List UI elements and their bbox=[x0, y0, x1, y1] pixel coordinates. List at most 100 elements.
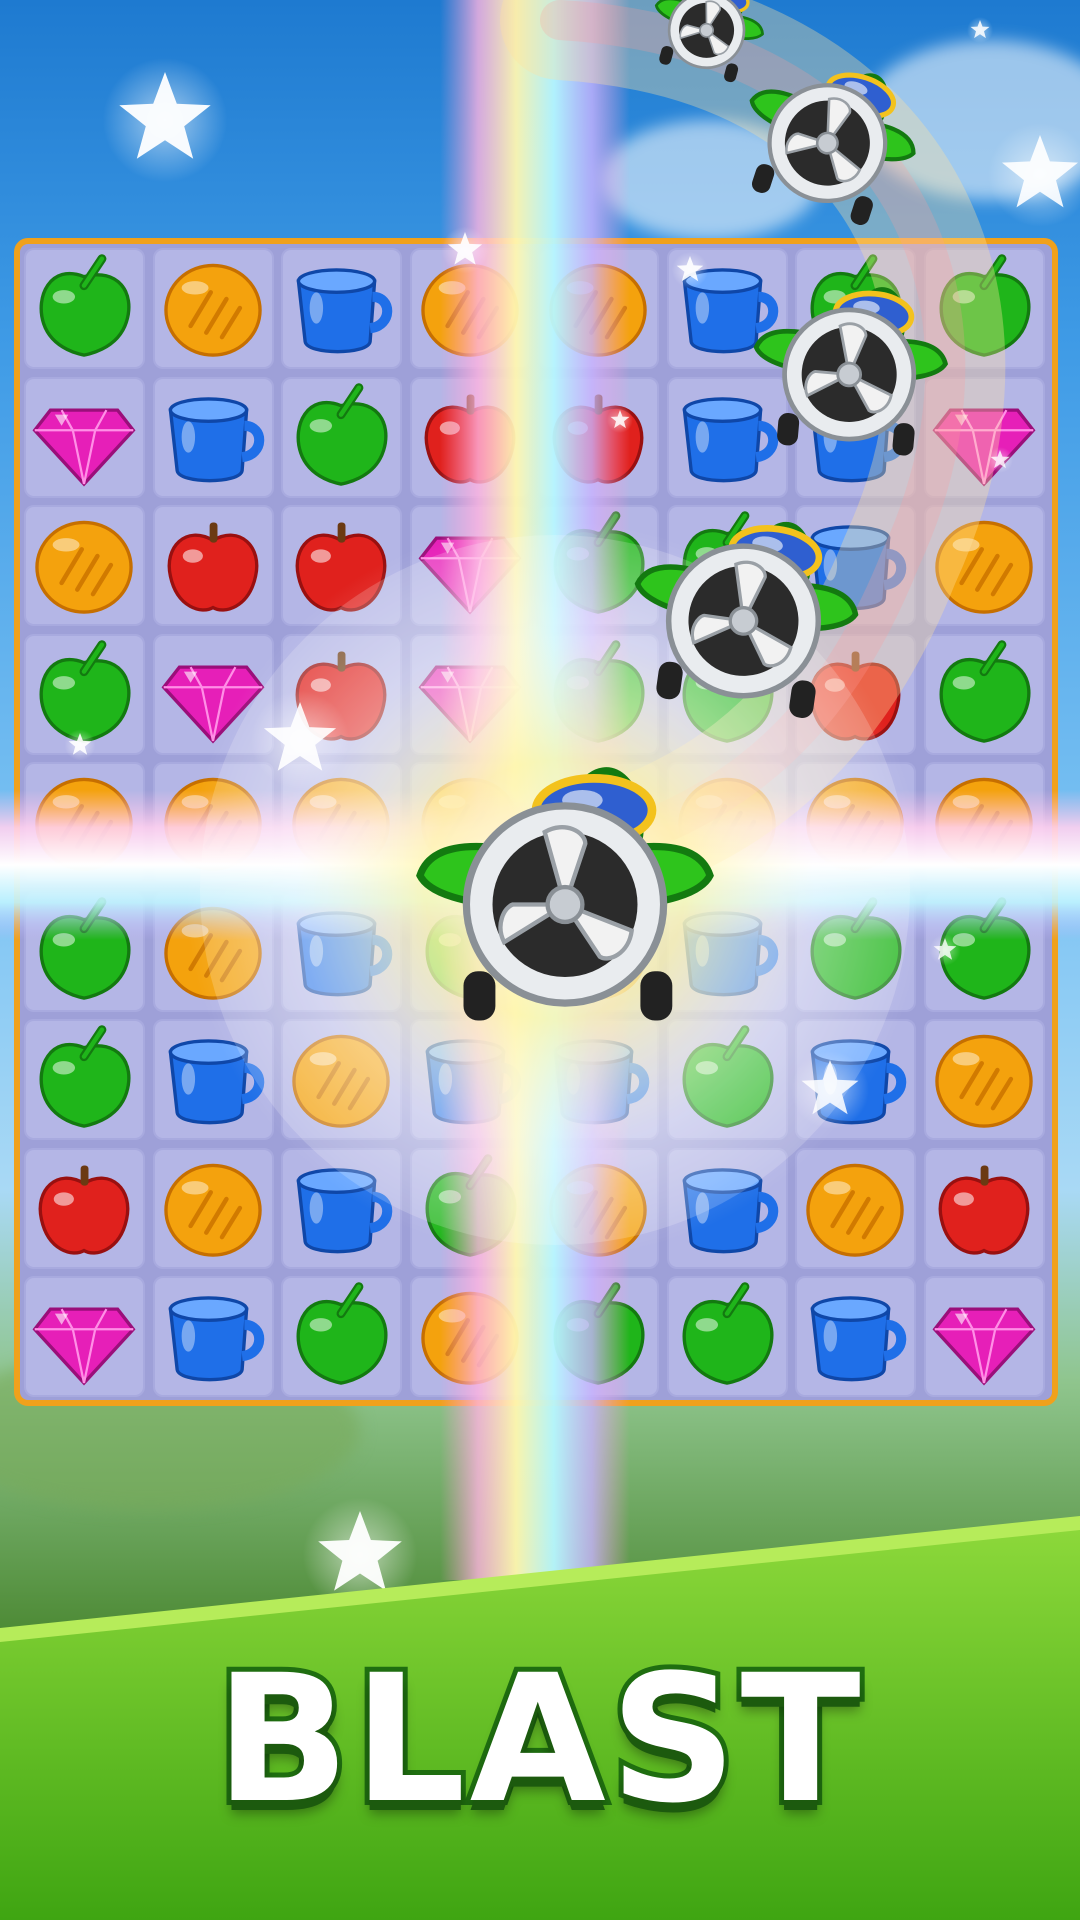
bread-piece[interactable] bbox=[28, 509, 140, 625]
leaf-icon bbox=[296, 382, 388, 486]
cup-piece[interactable] bbox=[799, 1280, 911, 1396]
leaf-piece[interactable] bbox=[414, 895, 526, 1011]
leaf-piece[interactable] bbox=[671, 638, 783, 754]
leaf-piece[interactable] bbox=[285, 1280, 397, 1396]
cup-icon bbox=[168, 1039, 264, 1125]
bread-piece[interactable] bbox=[928, 509, 1040, 625]
gem-piece[interactable] bbox=[28, 1280, 140, 1396]
leaf-piece[interactable] bbox=[542, 509, 654, 625]
cup-piece[interactable] bbox=[285, 1152, 397, 1268]
leaf-piece[interactable] bbox=[799, 895, 911, 1011]
leaf-piece[interactable] bbox=[28, 1023, 140, 1139]
cup-piece[interactable] bbox=[799, 509, 911, 625]
leaf-icon bbox=[939, 639, 1030, 743]
apple-piece[interactable] bbox=[157, 509, 269, 625]
bread-icon bbox=[35, 777, 133, 871]
apple-icon bbox=[38, 1164, 130, 1255]
apple-piece[interactable] bbox=[542, 381, 654, 497]
cup-piece[interactable] bbox=[285, 895, 397, 1011]
cup-icon bbox=[168, 1296, 264, 1382]
cup-piece[interactable] bbox=[671, 1152, 783, 1268]
leaf-icon bbox=[296, 1282, 388, 1385]
bread-piece[interactable] bbox=[928, 1023, 1040, 1139]
leaf-piece[interactable] bbox=[542, 1280, 654, 1396]
bread-piece[interactable] bbox=[928, 766, 1040, 882]
apple-icon bbox=[809, 650, 901, 741]
bread-piece[interactable] bbox=[285, 1023, 397, 1139]
bread-piece[interactable] bbox=[414, 766, 526, 882]
apple-piece[interactable] bbox=[799, 638, 911, 754]
leaf-piece[interactable] bbox=[414, 1152, 526, 1268]
bread-piece[interactable] bbox=[28, 766, 140, 882]
leaf-icon bbox=[682, 511, 773, 614]
leaf-piece[interactable] bbox=[928, 895, 1040, 1011]
leaf-piece[interactable] bbox=[285, 381, 397, 497]
leaf-piece[interactable] bbox=[928, 252, 1040, 368]
gem-piece[interactable] bbox=[414, 638, 526, 754]
cup-piece[interactable] bbox=[671, 252, 783, 368]
gem-piece[interactable] bbox=[414, 509, 526, 625]
leaf-piece[interactable] bbox=[928, 638, 1040, 754]
cup-piece[interactable] bbox=[157, 381, 269, 497]
airplane-booster[interactable] bbox=[642, 0, 773, 87]
bread-icon bbox=[549, 777, 647, 871]
cup-piece[interactable] bbox=[799, 381, 911, 497]
leaf-piece[interactable] bbox=[28, 252, 140, 368]
bread-piece[interactable] bbox=[285, 766, 397, 882]
bread-icon bbox=[163, 777, 262, 871]
apple-piece[interactable] bbox=[285, 638, 397, 754]
cup-icon bbox=[296, 910, 393, 996]
gem-icon bbox=[932, 407, 1035, 487]
bread-piece[interactable] bbox=[542, 766, 654, 882]
apple-icon bbox=[424, 393, 515, 484]
bread-piece[interactable] bbox=[542, 895, 654, 1011]
cup-piece[interactable] bbox=[157, 1280, 269, 1396]
bread-piece[interactable] bbox=[157, 766, 269, 882]
apple-piece[interactable] bbox=[285, 509, 397, 625]
leaf-piece[interactable] bbox=[671, 1023, 783, 1139]
bread-icon bbox=[420, 1291, 519, 1385]
cup-piece[interactable] bbox=[799, 1023, 911, 1139]
bread-piece[interactable] bbox=[799, 1152, 911, 1268]
cup-piece[interactable] bbox=[542, 1023, 654, 1139]
gem-piece[interactable] bbox=[928, 1280, 1040, 1396]
leaf-icon bbox=[425, 1153, 516, 1257]
bread-icon bbox=[549, 263, 647, 357]
gem-piece[interactable] bbox=[28, 381, 140, 497]
cup-piece[interactable] bbox=[414, 1023, 526, 1139]
apple-icon bbox=[295, 522, 387, 612]
bread-piece[interactable] bbox=[157, 252, 269, 368]
cloud bbox=[860, 40, 1080, 200]
apple-piece[interactable] bbox=[414, 381, 526, 497]
cup-icon bbox=[682, 1167, 778, 1253]
cup-icon bbox=[810, 525, 907, 611]
cup-piece[interactable] bbox=[157, 1023, 269, 1139]
leaf-piece[interactable] bbox=[542, 638, 654, 754]
cup-icon bbox=[296, 1167, 393, 1253]
bread-icon bbox=[163, 1163, 262, 1257]
bread-piece[interactable] bbox=[542, 252, 654, 368]
bread-piece[interactable] bbox=[157, 1152, 269, 1268]
bread-piece[interactable] bbox=[542, 1152, 654, 1268]
bread-piece[interactable] bbox=[157, 895, 269, 1011]
cup-piece[interactable] bbox=[671, 895, 783, 1011]
bread-icon bbox=[549, 906, 647, 1000]
gem-piece[interactable] bbox=[928, 381, 1040, 497]
bread-piece[interactable] bbox=[799, 766, 911, 882]
cup-icon bbox=[810, 396, 907, 482]
bread-piece[interactable] bbox=[671, 766, 783, 882]
bread-piece[interactable] bbox=[414, 252, 526, 368]
leaf-piece[interactable] bbox=[28, 895, 140, 1011]
leaf-icon bbox=[39, 254, 131, 357]
apple-piece[interactable] bbox=[28, 1152, 140, 1268]
leaf-piece[interactable] bbox=[671, 509, 783, 625]
leaf-piece[interactable] bbox=[671, 1280, 783, 1396]
cup-piece[interactable] bbox=[285, 252, 397, 368]
apple-piece[interactable] bbox=[928, 1152, 1040, 1268]
leaf-piece[interactable] bbox=[28, 638, 140, 754]
cup-piece[interactable] bbox=[671, 381, 783, 497]
gem-icon bbox=[32, 1307, 136, 1386]
gem-piece[interactable] bbox=[157, 638, 269, 754]
leaf-piece[interactable] bbox=[799, 252, 911, 368]
bread-piece[interactable] bbox=[414, 1280, 526, 1396]
